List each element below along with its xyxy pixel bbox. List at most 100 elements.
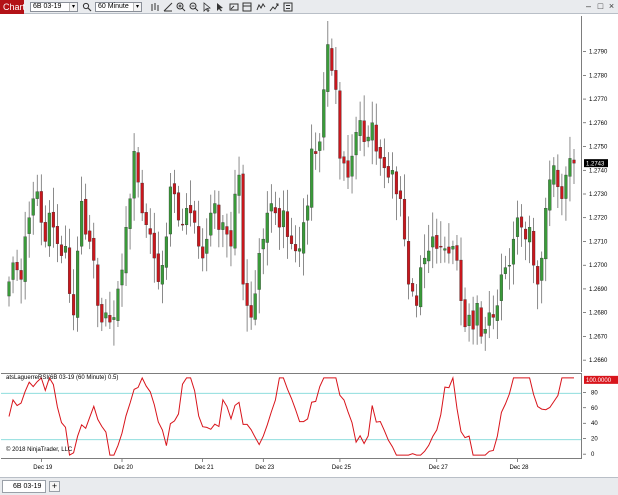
candle-down	[374, 124, 378, 152]
candle-down	[136, 152, 140, 183]
candle-up	[358, 120, 362, 136]
candle-down	[72, 294, 76, 316]
indicators-icon[interactable]	[256, 2, 266, 12]
candle-up	[269, 203, 273, 212]
candle-down	[88, 230, 92, 242]
price-tick-label: 1.2780	[589, 73, 608, 79]
laguerre-rsi-line	[8, 375, 574, 456]
candle-up	[112, 317, 116, 320]
candle-up	[7, 281, 11, 297]
candle-down	[455, 245, 459, 261]
candle-down	[556, 169, 560, 188]
candle-down	[156, 253, 160, 282]
candle-up	[322, 89, 326, 138]
properties-icon[interactable]	[283, 2, 293, 12]
candle-down	[55, 226, 59, 244]
chevron-down-icon[interactable]: ▾	[69, 3, 77, 11]
instrument-selector[interactable]: 6B 03-19 ▾	[30, 2, 78, 12]
candle-down	[189, 205, 193, 214]
price-tick-label: 1.2790	[589, 50, 608, 56]
candle-up	[237, 174, 241, 196]
global-pointer-icon[interactable]	[215, 2, 225, 12]
indicator-tick-label: 20	[591, 437, 598, 443]
templates-icon[interactable]	[242, 2, 252, 12]
candle-up	[499, 274, 503, 301]
candle-down	[225, 226, 229, 235]
candle-down	[172, 183, 177, 195]
candle-up	[160, 265, 164, 285]
candle-down	[19, 270, 23, 280]
time-tick-label: Dec 25	[332, 465, 352, 471]
candle-up	[298, 248, 302, 252]
candle-down	[406, 241, 411, 285]
indicator-tick-label: 80	[591, 390, 598, 396]
candle-down	[346, 160, 350, 178]
candle-down	[536, 266, 540, 285]
candle-down	[398, 190, 403, 199]
candle-down	[491, 314, 495, 318]
candle-down	[338, 90, 342, 159]
zoom-in-icon[interactable]	[176, 2, 186, 12]
close-icon[interactable]: ×	[606, 1, 617, 12]
candle-up	[132, 151, 136, 199]
candle-up	[495, 305, 499, 321]
candle-up	[552, 165, 556, 185]
candle-down	[277, 208, 281, 228]
chevron-down-icon[interactable]: ▾	[133, 3, 141, 11]
candle-up	[515, 217, 520, 237]
candle-down	[524, 228, 528, 240]
time-tick-label: Dec 21	[195, 465, 215, 471]
candle-up	[511, 238, 516, 265]
pointer-icon[interactable]	[202, 2, 212, 12]
chart-tab-bar: 6B 03-19 +	[0, 477, 618, 495]
price-panel[interactable]	[1, 16, 582, 372]
candle-up	[528, 227, 532, 243]
search-icon[interactable]	[82, 2, 92, 12]
candle-down	[342, 156, 346, 164]
candle-up	[104, 312, 108, 319]
price-tick-label: 1.2670	[589, 334, 608, 340]
indicator-last-label: 100.0000	[586, 378, 612, 384]
candle-down	[51, 211, 55, 228]
window-title-tab[interactable]: Chart	[0, 0, 25, 14]
candle-up	[124, 227, 128, 274]
indicator-panel[interactable]	[1, 373, 582, 458]
bar-style-icon[interactable]	[150, 2, 160, 12]
candle-down	[140, 182, 144, 214]
candle-up	[31, 198, 35, 216]
candle-down	[479, 307, 483, 337]
instrument-value: 6B 03-19	[33, 3, 62, 10]
price-tick-label: 1.2770	[589, 97, 608, 103]
candle-up	[164, 236, 168, 268]
interval-selector[interactable]: 60 Minute ▾	[95, 2, 142, 12]
candle-down	[330, 48, 334, 71]
maximize-icon[interactable]: □	[595, 1, 606, 12]
candle-up	[419, 267, 423, 308]
candle-up	[120, 269, 124, 286]
candle-up	[423, 257, 427, 265]
candle-down	[463, 299, 467, 328]
strategies-icon[interactable]	[269, 2, 279, 12]
snapshot-icon[interactable]	[229, 2, 239, 12]
candle-up	[253, 293, 257, 320]
candle-down	[43, 222, 47, 242]
price-tick-label: 1.2750	[589, 145, 608, 151]
candle-up	[427, 250, 431, 262]
candle-down	[572, 159, 576, 164]
price-tick-label: 1.2700	[589, 263, 608, 269]
candle-down	[447, 246, 451, 254]
zoom-out-icon[interactable]	[189, 2, 199, 12]
candle-down	[289, 235, 294, 244]
interval-value: 60 Minute	[98, 3, 129, 10]
add-tab-button[interactable]: +	[49, 481, 60, 492]
candle-down	[386, 166, 390, 178]
candle-up	[443, 248, 447, 251]
candle-up	[23, 236, 27, 282]
price-tick-label: 1.2760	[589, 121, 608, 127]
chart-sheet-tab[interactable]: 6B 03-19	[2, 480, 46, 493]
candle-down	[245, 283, 249, 306]
candle-down	[217, 204, 221, 230]
minimize-icon[interactable]: –	[583, 1, 594, 12]
drawing-tools-icon[interactable]	[163, 2, 173, 12]
candle-up	[503, 267, 507, 274]
